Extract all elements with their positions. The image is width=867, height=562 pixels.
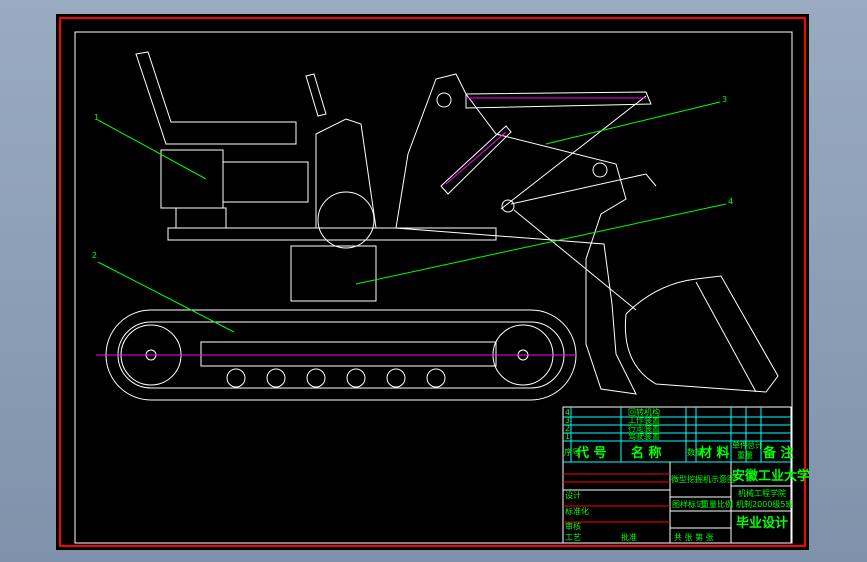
approve-label: 批准 [621, 532, 637, 542]
excavator-drawing [105, 51, 779, 401]
document-type: 毕业设计 [736, 515, 788, 531]
drawing-title: 微型挖掘机示意图 [671, 474, 735, 484]
header-code: 代 号 [575, 445, 607, 461]
outer-frame [59, 17, 806, 547]
standard-label: 标准化 [565, 506, 589, 516]
school-name: 安徽工业大学 [732, 468, 809, 484]
road-wheels [226, 368, 446, 388]
weight-label: 重量 [701, 499, 717, 509]
process-label: 工艺 [565, 533, 581, 542]
header-weight: 重量 [737, 450, 753, 460]
college-name: 机械工程学院 [738, 488, 786, 498]
callout-2: 2 [92, 251, 97, 260]
leader-lines [97, 101, 727, 333]
callout-1: 1 [94, 113, 99, 122]
stage-mark-label: 图样标记 [672, 499, 704, 509]
part-no: 1 [565, 432, 570, 441]
design-label: 设计 [565, 490, 581, 500]
sheet-info: 共 张 第 张 [674, 532, 714, 542]
header-unit: 单件 [732, 440, 748, 450]
drawing-sheet: 1 2 3 4 4 回转机构 3 工作装置 2 行走装置 1 驾驶装置 序号 代… [56, 14, 809, 550]
header-material: 材 料 [699, 445, 730, 461]
cad-viewport[interactable]: 1 2 3 4 4 回转机构 3 工作装置 2 行走装置 1 驾驶装置 序号 代… [0, 0, 867, 562]
header-name: 名 称 [631, 445, 662, 461]
drawing-canvas: 1 2 3 4 4 回转机构 3 工作装置 2 行走装置 1 驾驶装置 序号 代… [59, 17, 809, 547]
check-label: 审核 [565, 521, 581, 531]
header-remark: 备 注 [762, 445, 794, 461]
part-name: 驾驶装置 [628, 431, 660, 441]
class-name: 机制2000级5班 [736, 499, 793, 509]
scale-label: 比例 [717, 499, 733, 509]
callout-4: 4 [728, 197, 733, 206]
callout-3: 3 [722, 95, 727, 104]
centerlines [96, 97, 646, 356]
inner-frame [74, 31, 793, 544]
header-total: 总计 [747, 440, 763, 450]
